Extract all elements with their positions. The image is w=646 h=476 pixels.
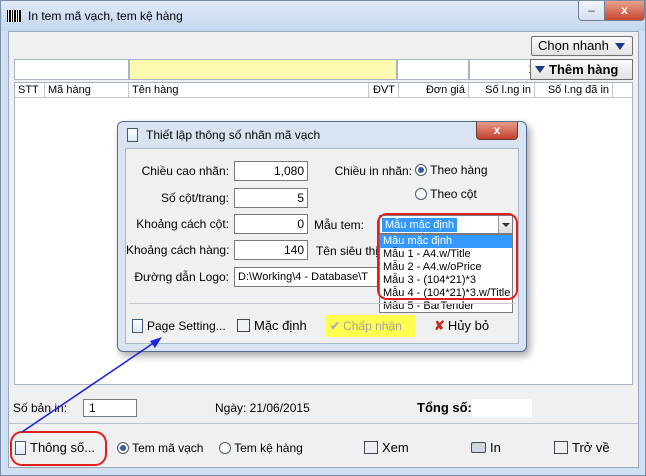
annotation-arrow (21, 337, 162, 433)
